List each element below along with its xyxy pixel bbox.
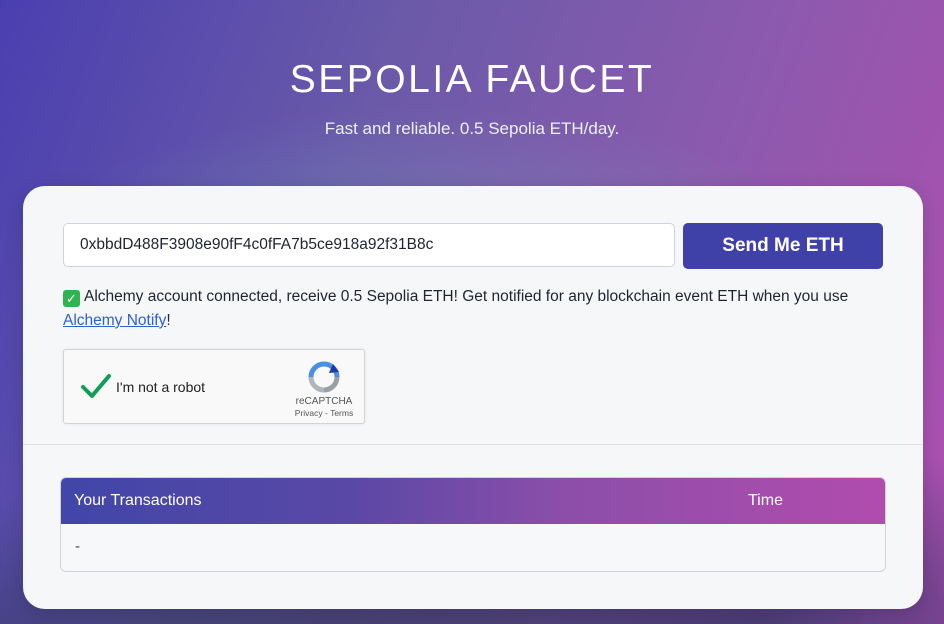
recaptcha-widget: I'm not a robot reCAPTCHA Privacy - Term… (63, 349, 365, 424)
alchemy-notice: ✓ Alchemy account connected, receive 0.5 … (63, 285, 883, 333)
column-header-time: Time (748, 492, 783, 509)
table-empty-placeholder: - (75, 538, 80, 555)
column-header-transactions: Your Transactions (74, 492, 202, 509)
alchemy-notify-link[interactable]: Alchemy Notify (63, 312, 166, 329)
notice-suffix: ! (166, 312, 171, 329)
faucet-card: 0xbbdD488F3908e90fF4c0fFA7b5ce918a92f31B… (23, 186, 923, 609)
transactions-table: Your Transactions Time - (60, 477, 886, 572)
recaptcha-logo-icon (308, 361, 340, 393)
page-subtitle: Fast and reliable. 0.5 Sepolia ETH/day. (324, 119, 620, 138)
page-title: SEPOLIA FAUCET (289, 58, 655, 101)
table-header: Your Transactions Time (61, 478, 885, 524)
recaptcha-brand: reCAPTCHA (295, 396, 353, 407)
send-me-eth-button[interactable]: Send Me ETH (683, 223, 883, 269)
recaptcha-label: I'm not a robot (116, 379, 206, 395)
section-divider (23, 444, 923, 445)
recaptcha-checkmark-icon[interactable] (80, 370, 112, 402)
recaptcha-privacy-terms[interactable]: Privacy - Terms (284, 408, 364, 418)
check-mark-icon: ✓ (63, 290, 80, 307)
wallet-address-input[interactable]: 0xbbdD488F3908e90fF4c0fFA7b5ce918a92f31B… (63, 223, 675, 267)
notice-text: Alchemy account connected, receive 0.5 S… (84, 288, 849, 305)
